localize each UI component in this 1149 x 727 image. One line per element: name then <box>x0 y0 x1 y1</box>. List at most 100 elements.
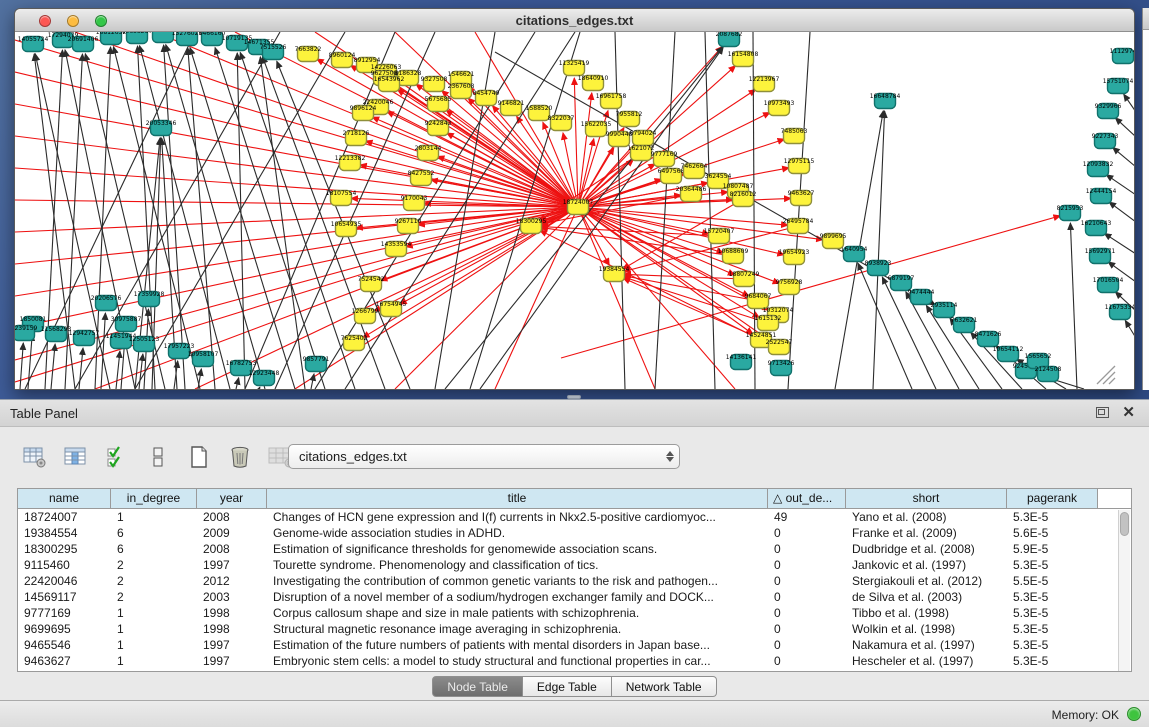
column-header-name[interactable]: name <box>18 489 111 509</box>
table-row[interactable]: 977716911998Corpus callosum shape and si… <box>18 605 1131 621</box>
table-cell[interactable]: 2012 <box>197 573 267 589</box>
table-cell[interactable]: de Silva et al. (2003) <box>846 589 1007 605</box>
table-cell[interactable]: 5.5E-5 <box>1007 573 1098 589</box>
table-cell[interactable]: Tourette syndrome. Phenomenology and cla… <box>267 557 768 573</box>
graph-edge[interactable] <box>51 344 55 389</box>
table-cell[interactable]: Hescheler et al. (1997) <box>846 653 1007 669</box>
select-rows-icon[interactable] <box>104 444 130 470</box>
table-cell[interactable]: 49 <box>768 509 846 525</box>
table-cell[interactable]: 5.3E-5 <box>1007 621 1098 637</box>
resize-grip[interactable] <box>1103 372 1115 384</box>
table-cell[interactable]: Jankovic et al. (1997) <box>846 557 1007 573</box>
table-cell[interactable]: 9465546 <box>18 637 111 653</box>
tab-edge-table[interactable]: Edge Table <box>523 676 612 697</box>
vertical-scrollbar[interactable] <box>1118 510 1130 672</box>
table-cell[interactable]: 1997 <box>197 637 267 653</box>
table-cell[interactable]: 2003 <box>197 589 267 605</box>
network-canvas[interactable]: 1405572417294079206914061681263210653287… <box>15 32 1134 389</box>
table-cell[interactable]: 2008 <box>197 541 267 557</box>
table-cell[interactable]: Structural magnetic resonance image aver… <box>267 621 768 637</box>
table-cell[interactable]: 1 <box>111 653 197 669</box>
graph-edge[interactable] <box>311 374 314 389</box>
table-row[interactable]: 1938455462009Genome-wide association stu… <box>18 525 1131 541</box>
table-cell[interactable]: 0 <box>768 589 846 605</box>
table-row[interactable]: 1872400712008Changes of HCN gene express… <box>18 509 1131 525</box>
table-cell[interactable]: Embryonic stem cells: a model to study s… <box>267 653 768 669</box>
graph-edge[interactable] <box>79 348 83 389</box>
scrollbar-thumb[interactable] <box>1120 512 1129 536</box>
row-height-icon[interactable] <box>145 444 171 470</box>
table-cell[interactable]: Estimation of the future numbers of pati… <box>267 637 768 653</box>
table-cell[interactable]: 2 <box>111 589 197 605</box>
graph-edge[interactable] <box>188 48 215 389</box>
show-columns-icon[interactable] <box>63 444 89 470</box>
graph-edge[interactable] <box>236 378 239 389</box>
tab-network-table[interactable]: Network Table <box>612 676 717 697</box>
table-cell[interactable]: 2 <box>111 573 197 589</box>
table-cell[interactable]: 0 <box>768 557 846 573</box>
table-cell[interactable]: 2008 <box>197 509 267 525</box>
table-cell[interactable]: 1998 <box>197 605 267 621</box>
table-cell[interactable]: 5.3E-5 <box>1007 509 1098 525</box>
table-cell[interactable]: 9463627 <box>18 653 111 669</box>
table-cell[interactable]: 9699695 <box>18 621 111 637</box>
table-cell[interactable]: Yano et al. (2008) <box>846 509 1007 525</box>
table-cell[interactable]: Nakamura et al. (1997) <box>846 637 1007 653</box>
graph-edge[interactable] <box>873 111 885 389</box>
table-cell[interactable]: 6 <box>111 525 197 541</box>
table-cell[interactable]: 5.3E-5 <box>1007 637 1098 653</box>
column-header-short[interactable]: short <box>846 489 1007 509</box>
table-row[interactable]: 946554611997Estimation of the future num… <box>18 637 1131 653</box>
tab-node-table[interactable]: Node Table <box>432 676 523 697</box>
table-cell[interactable]: 0 <box>768 605 846 621</box>
table-row[interactable]: 1456911722003Disruption of a novel membe… <box>18 589 1131 605</box>
graph-edge[interactable] <box>116 351 120 389</box>
table-cell[interactable]: 0 <box>768 621 846 637</box>
table-cell[interactable]: 14569117 <box>18 589 111 605</box>
table-cell[interactable]: 18300295 <box>18 541 111 557</box>
graph-edge[interactable] <box>788 32 810 389</box>
table-cell[interactable]: 6 <box>111 541 197 557</box>
table-cell[interactable]: 1998 <box>197 621 267 637</box>
table-cell[interactable]: 2 <box>111 557 197 573</box>
resize-grip[interactable] <box>1109 378 1115 384</box>
graph-edge[interactable] <box>1125 321 1134 338</box>
table-cell[interactable]: 1 <box>111 605 197 621</box>
graph-edge[interactable] <box>624 274 744 279</box>
table-row[interactable]: 1830029562008Estimation of significance … <box>18 541 1131 557</box>
table-cell[interactable]: 0 <box>768 573 846 589</box>
graph-edge[interactable] <box>1113 147 1134 167</box>
table-cell[interactable]: 19384554 <box>18 525 111 541</box>
table-cell[interactable]: 0 <box>768 525 846 541</box>
graph-edge[interactable] <box>655 32 675 389</box>
graph-edge[interactable] <box>395 207 578 389</box>
table-cell[interactable]: 9777169 <box>18 605 111 621</box>
window-titlebar[interactable]: citations_edges.txt <box>15 9 1134 32</box>
graph-edge[interactable] <box>1109 202 1134 222</box>
table-cell[interactable]: 1997 <box>197 557 267 573</box>
table-cell[interactable]: 18724007 <box>18 509 111 525</box>
table-cell[interactable]: Wolkin et al. (1998) <box>846 621 1007 637</box>
table-cell[interactable]: 5.3E-5 <box>1007 605 1098 621</box>
table-cell[interactable]: Tibbo et al. (1998) <box>846 605 1007 621</box>
table-cell[interactable]: Franke et al. (2009) <box>846 525 1007 541</box>
close-panel-icon[interactable]: ✕ <box>1122 404 1135 422</box>
delete-column-icon[interactable] <box>227 444 253 470</box>
graph-edge[interactable] <box>259 387 260 389</box>
table-cell[interactable]: 9115460 <box>18 557 111 573</box>
table-cell[interactable]: Changes of HCN gene expression and I(f) … <box>267 509 768 525</box>
table-cell[interactable]: 5.3E-5 <box>1007 557 1098 573</box>
table-cell[interactable]: Genome-wide association studies in ADHD. <box>267 525 768 541</box>
table-cell[interactable]: 5.9E-5 <box>1007 541 1098 557</box>
column-header-out_de[interactable]: △ out_de... <box>768 489 846 509</box>
graph-edge[interactable] <box>190 48 295 389</box>
table-cell[interactable]: Corpus callosum shape and size in male p… <box>267 605 768 621</box>
table-cell[interactable]: 1997 <box>197 653 267 669</box>
table-cell[interactable]: 5.6E-5 <box>1007 525 1098 541</box>
table-cell[interactable]: 1 <box>111 621 197 637</box>
table-cell[interactable]: Stergiakouli et al. (2012) <box>846 573 1007 589</box>
table-selector-dropdown[interactable]: citations_edges.txt <box>288 444 680 469</box>
network-view-window[interactable]: citations_edges.txt 14055724172940792069… <box>14 8 1135 390</box>
table-row[interactable]: 946362711997Embryonic stem cells: a mode… <box>18 653 1131 669</box>
graph-edge[interactable] <box>15 207 578 232</box>
